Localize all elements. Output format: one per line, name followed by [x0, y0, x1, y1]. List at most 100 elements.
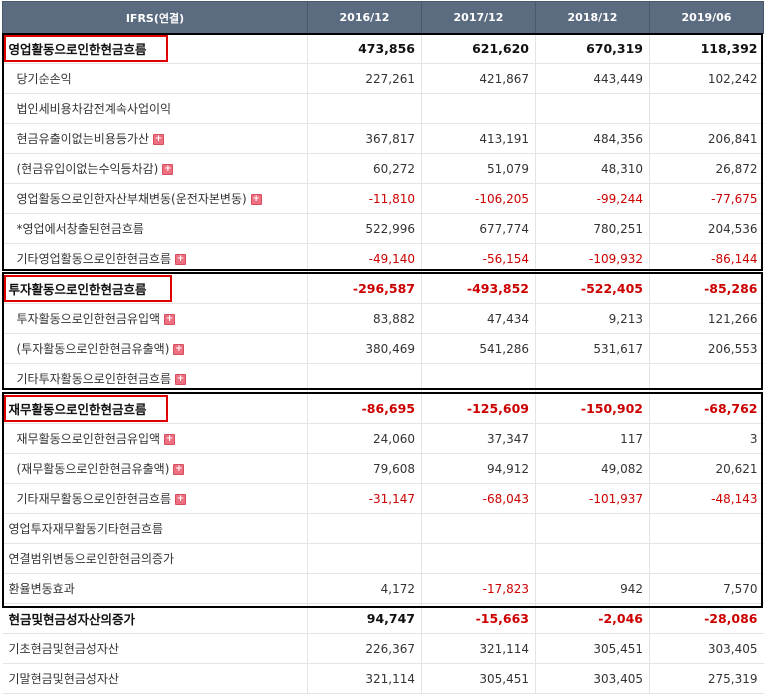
value-cell: 7,570	[649, 573, 764, 604]
value-cell: -17,823	[421, 573, 536, 604]
value-cell: -85,286	[649, 273, 764, 304]
value-cell: -125,609	[421, 393, 536, 424]
row-label-text: 기초현금및현금성자산	[8, 642, 119, 656]
row-label: 현금유출이없는비용등가산 +	[2, 123, 308, 154]
value-cell: 117	[535, 423, 650, 454]
table-row: 현금유출이없는비용등가산 +367,817 413,191 484,356 206,84…	[2, 123, 764, 154]
table-row: 환율변동효과 4,172 -17,823 942 7,570	[2, 573, 764, 604]
table-row: 기타영업활동으로인한현금흐름 + -49,140 -56,154 -109,932 -86…	[2, 243, 764, 274]
table-row: 연결범위변동으로인한현금의증가	[2, 543, 764, 574]
cashflow-table: IFRS(연결) 2016/12 2017/12 2018/12 2019/06…	[2, 1, 764, 694]
table-row: 영업활동으로인한현금흐름 473,856 621,620 670,319 118,392	[2, 33, 764, 64]
value-cell: 206,553	[649, 333, 764, 364]
value-cell: 24,060	[307, 423, 422, 454]
value-cell	[649, 543, 764, 574]
value-cell: -106,205	[421, 183, 536, 214]
value-cell: 303,405	[535, 663, 650, 694]
value-cell: -86,144	[649, 243, 764, 274]
value-cell	[307, 543, 422, 574]
value-cell: 413,191	[421, 123, 536, 154]
value-cell: -31,147	[307, 483, 422, 514]
row-label: 재무활동으로인한현금유입액 +	[2, 423, 308, 454]
value-cell	[421, 363, 536, 394]
row-label-text: 재무활동으로인한현금유입액	[16, 432, 161, 446]
row-label: 투자활동으로인한현금유입액 +	[2, 303, 308, 334]
value-cell	[649, 93, 764, 124]
row-label-text: (현금유입이없는수익등차감)	[16, 162, 159, 176]
row-label-text: 영업활동으로인한자산부채변동(운전자본변동)	[16, 192, 247, 206]
row-label-text: 투자활동으로인한현금흐름	[8, 282, 147, 297]
value-cell: -101,937	[535, 483, 650, 514]
expand-plus-icon[interactable]: +	[175, 254, 187, 265]
value-cell: 473,856	[307, 33, 422, 64]
value-cell: -296,587	[307, 273, 422, 304]
value-cell: 367,817	[307, 123, 422, 154]
row-label: 연결범위변동으로인한현금의증가	[2, 543, 308, 574]
table-row: 기말현금및현금성자산 321,114 305,451 303,405 275,319	[2, 663, 764, 694]
value-cell: 484,356	[535, 123, 650, 154]
value-cell: -28,086	[649, 603, 764, 634]
cashflow-statement: IFRS(연결) 2016/12 2017/12 2018/12 2019/06…	[0, 0, 766, 696]
header-label: IFRS(연결)	[2, 1, 308, 34]
row-label: 영업활동으로인한현금흐름	[2, 33, 308, 64]
expand-plus-icon[interactable]: +	[173, 344, 185, 355]
value-cell: -2,046	[535, 603, 650, 634]
table-row: 기초현금및현금성자산 226,367 321,114 305,451 303,405	[2, 633, 764, 664]
row-label: (현금유입이없는수익등차감) +	[2, 153, 308, 184]
value-cell	[307, 513, 422, 544]
value-cell: 321,114	[421, 633, 536, 664]
expand-plus-icon[interactable]: +	[164, 314, 176, 325]
row-label: (투자활동으로인한현금유출액) +	[2, 333, 308, 364]
value-cell: 443,449	[535, 63, 650, 94]
table-body: 영업활동으로인한현금흐름 473,856 621,620 670,319 118,392…	[2, 33, 764, 694]
value-cell: 303,405	[649, 633, 764, 664]
expand-plus-icon[interactable]: +	[164, 434, 176, 445]
value-cell: -68,762	[649, 393, 764, 424]
table-header-row: IFRS(연결) 2016/12 2017/12 2018/12 2019/06	[2, 1, 764, 34]
expand-plus-icon[interactable]: +	[162, 164, 174, 175]
row-label-text: 연결범위변동으로인한현금의증가	[8, 552, 175, 566]
value-cell: -11,810	[307, 183, 422, 214]
expand-plus-icon[interactable]: +	[250, 194, 262, 205]
value-cell: 118,392	[649, 33, 764, 64]
table-row: 투자활동으로인한현금흐름 -296,587 -493,852 -522,405 -85,…	[2, 273, 764, 304]
row-label-text: 재무활동으로인한현금흐름	[8, 402, 147, 417]
value-cell	[421, 513, 536, 544]
table-row: 기타투자활동으로인한현금흐름 +	[2, 363, 764, 394]
header-period: 2019/06	[649, 1, 764, 34]
table-row: 영업활동으로인한자산부채변동(운전자본변동) + -11,810 -106,205 -9…	[2, 183, 764, 214]
value-cell: 79,608	[307, 453, 422, 484]
value-cell: -150,902	[535, 393, 650, 424]
row-label: 당기순손익	[2, 63, 308, 94]
expand-plus-icon[interactable]: +	[175, 494, 187, 505]
row-label-text: 기말현금및현금성자산	[8, 672, 119, 686]
table-row: 재무활동으로인한현금흐름 -86,695 -125,609 -150,902 -68,7…	[2, 393, 764, 424]
table-row: 투자활동으로인한현금유입액 +83,882 47,434 9,213 121,266	[2, 303, 764, 334]
row-label: 기말현금및현금성자산	[2, 663, 308, 694]
value-cell: 83,882	[307, 303, 422, 334]
value-cell: -86,695	[307, 393, 422, 424]
value-cell: 226,367	[307, 633, 422, 664]
value-cell: 3	[649, 423, 764, 454]
expand-plus-icon[interactable]: +	[173, 464, 185, 475]
value-cell: 531,617	[535, 333, 650, 364]
value-cell: 321,114	[307, 663, 422, 694]
value-cell: 227,261	[307, 63, 422, 94]
value-cell: 621,620	[421, 33, 536, 64]
value-cell	[535, 93, 650, 124]
expand-plus-icon[interactable]: +	[152, 134, 164, 145]
row-label: 기타투자활동으로인한현금흐름 +	[2, 363, 308, 394]
row-label-text: 투자활동으로인한현금유입액	[16, 312, 161, 326]
value-cell: 305,451	[535, 633, 650, 664]
value-cell: 780,251	[535, 213, 650, 244]
row-label-text: (투자활동으로인한현금유출액)	[16, 342, 170, 356]
table-row: 영업투자재무활동기타현금흐름	[2, 513, 764, 544]
table-row: 현금및현금성자산의증가 94,747 -15,663 -2,046 -28,086	[2, 603, 764, 634]
table-row: (현금유입이없는수익등차감) +60,272 51,079 48,310 26,872	[2, 153, 764, 184]
row-label-text: 영업투자재무활동기타현금흐름	[8, 522, 164, 536]
value-cell	[535, 363, 650, 394]
value-cell: 4,172	[307, 573, 422, 604]
expand-plus-icon[interactable]: +	[175, 374, 187, 385]
value-cell: 49,082	[535, 453, 650, 484]
table-row: (투자활동으로인한현금유출액) +380,469 541,286 531,617 206…	[2, 333, 764, 364]
